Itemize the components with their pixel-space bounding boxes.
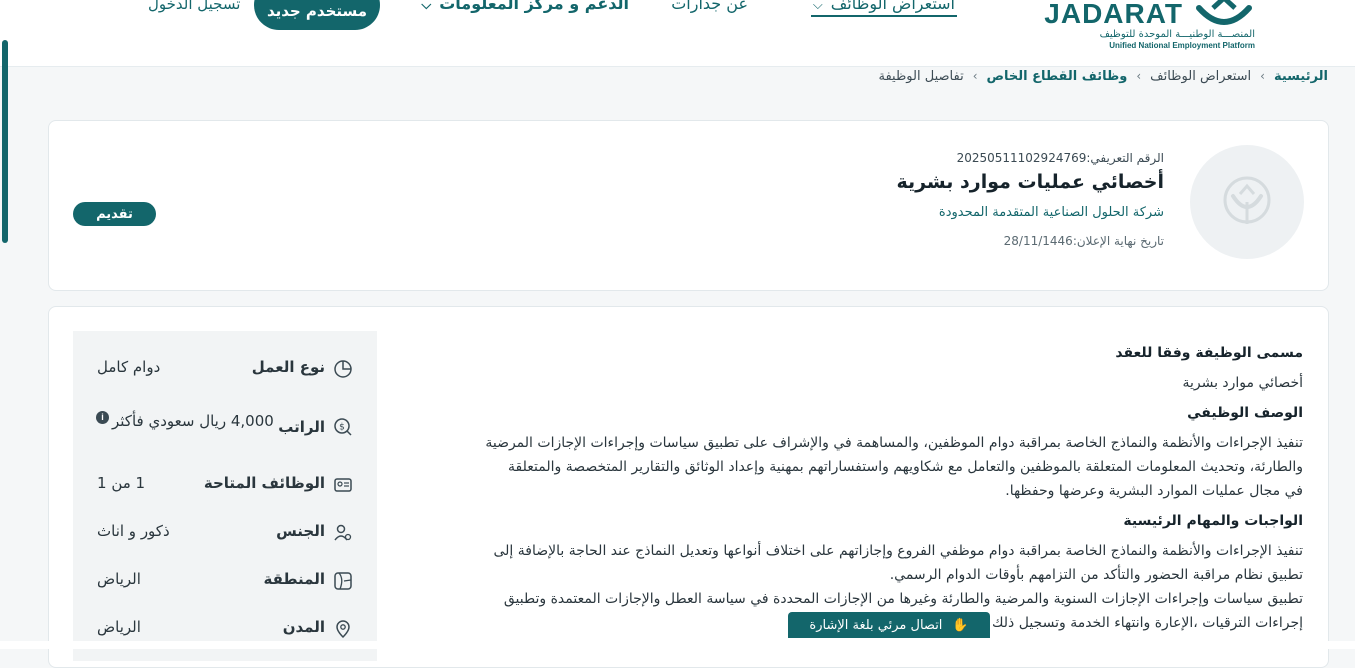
logo-subtitle-arabic: المنصـــة الوطنيـــة الموحدة للتوظيف bbox=[1099, 29, 1255, 40]
chevron-left-icon: › bbox=[972, 69, 978, 83]
ad-deadline: تاريخ نهاية الإعلان:28/11/1446 bbox=[1003, 234, 1164, 248]
info-value: 4,000 ريال سعودي فأكثر bbox=[112, 412, 274, 430]
info-label: الراتب bbox=[278, 418, 325, 436]
duties-line: تطبيق سياسات وإجراءات الإجازات السنوية و… bbox=[503, 591, 1303, 607]
money-icon: $ bbox=[334, 418, 352, 436]
register-button[interactable]: مستخدم جديد bbox=[254, 0, 380, 30]
job-summary-card: الرقم التعريفي:20250511102924769 أخصائي … bbox=[48, 120, 1329, 291]
info-value: الرياض bbox=[97, 618, 141, 636]
info-label: المنطقة bbox=[263, 570, 325, 588]
info-icon[interactable]: i bbox=[96, 411, 109, 424]
site-header: JADARAT المنصـــة الوطنيـــة الموحدة للت… bbox=[0, 0, 1355, 67]
breadcrumb-current: تفاصيل الوظيفة bbox=[878, 69, 964, 84]
description-heading: الوصف الوظيفي bbox=[1187, 405, 1303, 421]
breadcrumb-jobs[interactable]: استعراض الوظائف bbox=[1150, 69, 1251, 84]
nav-support[interactable]: الدعم و مركز المعلومات ⌵ bbox=[421, 0, 629, 13]
apply-button[interactable]: تقديم bbox=[73, 202, 156, 226]
company-logo bbox=[1190, 145, 1304, 259]
logo-subtitle-english: Unified National Employment Platform bbox=[1109, 41, 1255, 50]
nav-browse-jobs-label: استعراض الوظائف bbox=[830, 0, 955, 13]
job-details-card: مسمى الوظيفة وفقا للعقد أخصائي موارد بشر… bbox=[48, 306, 1329, 668]
svg-text:$: $ bbox=[339, 423, 345, 433]
breadcrumb-home[interactable]: الرئيسية bbox=[1274, 69, 1328, 84]
chevron-down-icon: ⌵ bbox=[812, 0, 823, 13]
description-line: تنفيذ الإجراءات والأنظمة والنماذج الخاصة… bbox=[485, 435, 1303, 451]
info-value: دوام كامل bbox=[97, 358, 161, 376]
info-gender: الجنس ذكور و اناث bbox=[73, 519, 377, 549]
nav-about[interactable]: عن جدارات bbox=[671, 0, 748, 13]
info-value: الرياض bbox=[97, 570, 141, 588]
breadcrumb-private-jobs[interactable]: وظائف القطاع الخاص bbox=[987, 69, 1128, 84]
chevron-left-icon: › bbox=[1136, 69, 1142, 83]
info-region: المنطقة الرياض bbox=[73, 567, 377, 597]
breadcrumb: الرئيسية › استعراض الوظائف › وظائف القطاع ال… bbox=[878, 69, 1328, 84]
sign-language-label: اتصال مرئي بلغة الإشارة bbox=[809, 617, 943, 633]
info-label: الجنس bbox=[276, 522, 325, 540]
info-label: نوع العمل bbox=[251, 358, 325, 376]
duties-line: تطبيق نظام مراقبة الحضور والتأكد من التز… bbox=[889, 567, 1303, 583]
apply-button-label: تقديم bbox=[96, 206, 133, 222]
info-work-type: نوع العمل دوام كامل bbox=[73, 355, 377, 385]
location-pin-icon bbox=[336, 620, 350, 639]
info-label: الوظائف المتاحة bbox=[203, 474, 325, 492]
pie-chart-icon bbox=[334, 360, 352, 378]
jadarat-logo[interactable]: JADARAT المنصـــة الوطنيـــة الموحدة للت… bbox=[1044, 0, 1255, 52]
info-openings: الوظائف المتاحة 1 من 1 bbox=[73, 471, 377, 501]
page-bottom-edge bbox=[0, 641, 1355, 649]
nav-browse-jobs[interactable]: استعراض الوظائف ⌵ bbox=[810, 0, 957, 17]
logo-brand-text: JADARAT bbox=[1044, 0, 1183, 29]
hand-wave-icon: ✋ bbox=[952, 617, 969, 633]
job-title: أخصائي عمليات موارد بشرية bbox=[896, 171, 1164, 193]
info-salary: $ الراتب 4,000 ريال سعودي فأكثرi bbox=[73, 409, 377, 439]
map-icon bbox=[334, 572, 352, 590]
info-label: المدن bbox=[282, 618, 325, 636]
info-value-wrap: 4,000 ريال سعودي فأكثرi bbox=[96, 411, 274, 430]
chevron-left-icon: › bbox=[1260, 69, 1265, 83]
job-details-text: مسمى الوظيفة وفقا للعقد أخصائي موارد بشر… bbox=[403, 341, 1303, 635]
job-info-sidebar: نوع العمل دوام كامل $ الراتب 4,000 ريال … bbox=[73, 331, 377, 661]
company-name-link[interactable]: شركة الحلول الصناعية المتقدمة المحدودة bbox=[939, 205, 1164, 220]
login-link-label: تسجيل الدخول bbox=[148, 0, 241, 13]
gender-icon bbox=[334, 524, 352, 541]
info-value: ذكور و اناث bbox=[97, 522, 170, 540]
contract-title-value: أخصائي موارد بشرية bbox=[1182, 375, 1303, 391]
company-placeholder-icon bbox=[1223, 176, 1271, 224]
login-link[interactable]: تسجيل الدخول bbox=[148, 0, 240, 13]
duties-heading: الواجبات والمهام الرئيسية bbox=[1123, 513, 1303, 529]
duties-line: تنفيذ الإجراءات والأنظمة والنماذج الخاصة… bbox=[493, 543, 1304, 559]
register-button-label: مستخدم جديد bbox=[266, 2, 368, 20]
sign-language-call-button[interactable]: ✋ اتصال مرئي بلغة الإشارة bbox=[788, 612, 990, 638]
job-reference-number: الرقم التعريفي:20250511102924769 bbox=[956, 151, 1164, 165]
chevron-down-icon: ⌵ bbox=[421, 0, 432, 13]
description-line: في مجال عمليات الموارد البشرية وعرضها وح… bbox=[1005, 483, 1303, 499]
nav-support-label: الدعم و مركز المعلومات bbox=[439, 0, 629, 13]
page-scrollbar[interactable] bbox=[2, 40, 8, 243]
id-card-icon bbox=[334, 478, 352, 492]
contract-title-heading: مسمى الوظيفة وفقا للعقد bbox=[1115, 345, 1303, 361]
nav-about-label: عن جدارات bbox=[671, 0, 748, 13]
info-value: 1 من 1 bbox=[97, 474, 146, 492]
description-line: والطارئة، وتحديث المعلومات المتعلقة بالم… bbox=[508, 459, 1303, 475]
